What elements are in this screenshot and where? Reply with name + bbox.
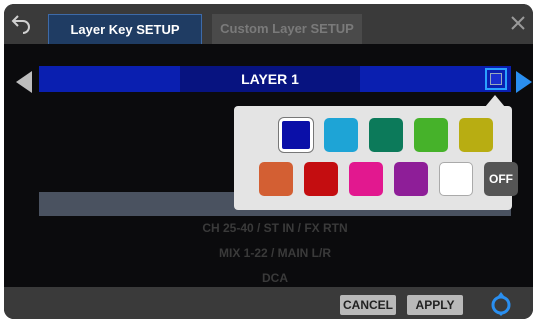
list-item[interactable]: CH 25-40 / ST IN / FX RTN bbox=[39, 221, 511, 235]
bottom-bar: CANCEL APPLY bbox=[4, 287, 533, 319]
apply-button[interactable]: APPLY bbox=[407, 295, 463, 315]
color-off-button[interactable]: OFF bbox=[484, 162, 518, 196]
color-swatch-7[interactable] bbox=[304, 162, 338, 196]
color-swatch-1[interactable] bbox=[279, 118, 313, 152]
tab-custom-layer-setup[interactable]: Custom Layer SETUP bbox=[212, 14, 362, 44]
layer-setup-window: Layer Key SETUP Custom Layer SETUP LAYER… bbox=[4, 4, 533, 319]
cancel-button[interactable]: CANCEL bbox=[340, 295, 396, 315]
tab-layer-key-setup[interactable]: Layer Key SETUP bbox=[48, 14, 202, 44]
color-swatch-4[interactable] bbox=[414, 118, 448, 152]
list-item[interactable]: DCA bbox=[39, 271, 511, 285]
layer-color-indicator bbox=[490, 73, 502, 85]
color-picker-popup: OFF bbox=[234, 106, 518, 210]
layer-name[interactable]: LAYER 1 bbox=[180, 66, 360, 92]
top-bar: Layer Key SETUP Custom Layer SETUP bbox=[4, 4, 533, 44]
close-icon[interactable] bbox=[509, 14, 527, 32]
color-swatch-10[interactable] bbox=[439, 162, 473, 196]
layer-bar: LAYER 1 bbox=[39, 66, 511, 92]
color-swatch-2[interactable] bbox=[324, 118, 358, 152]
color-swatch-8[interactable] bbox=[349, 162, 383, 196]
color-swatch-6[interactable] bbox=[259, 162, 293, 196]
color-swatch-3[interactable] bbox=[369, 118, 403, 152]
previous-layer-arrow[interactable] bbox=[16, 71, 32, 93]
next-layer-arrow[interactable] bbox=[516, 71, 532, 93]
encoder-knob-icon bbox=[491, 292, 511, 316]
list-item[interactable]: MIX 1-22 / MAIN L/R bbox=[39, 246, 511, 260]
layer-color-button[interactable] bbox=[485, 68, 507, 90]
color-swatch-5[interactable] bbox=[459, 118, 493, 152]
color-swatch-9[interactable] bbox=[394, 162, 428, 196]
back-icon[interactable] bbox=[10, 12, 32, 34]
